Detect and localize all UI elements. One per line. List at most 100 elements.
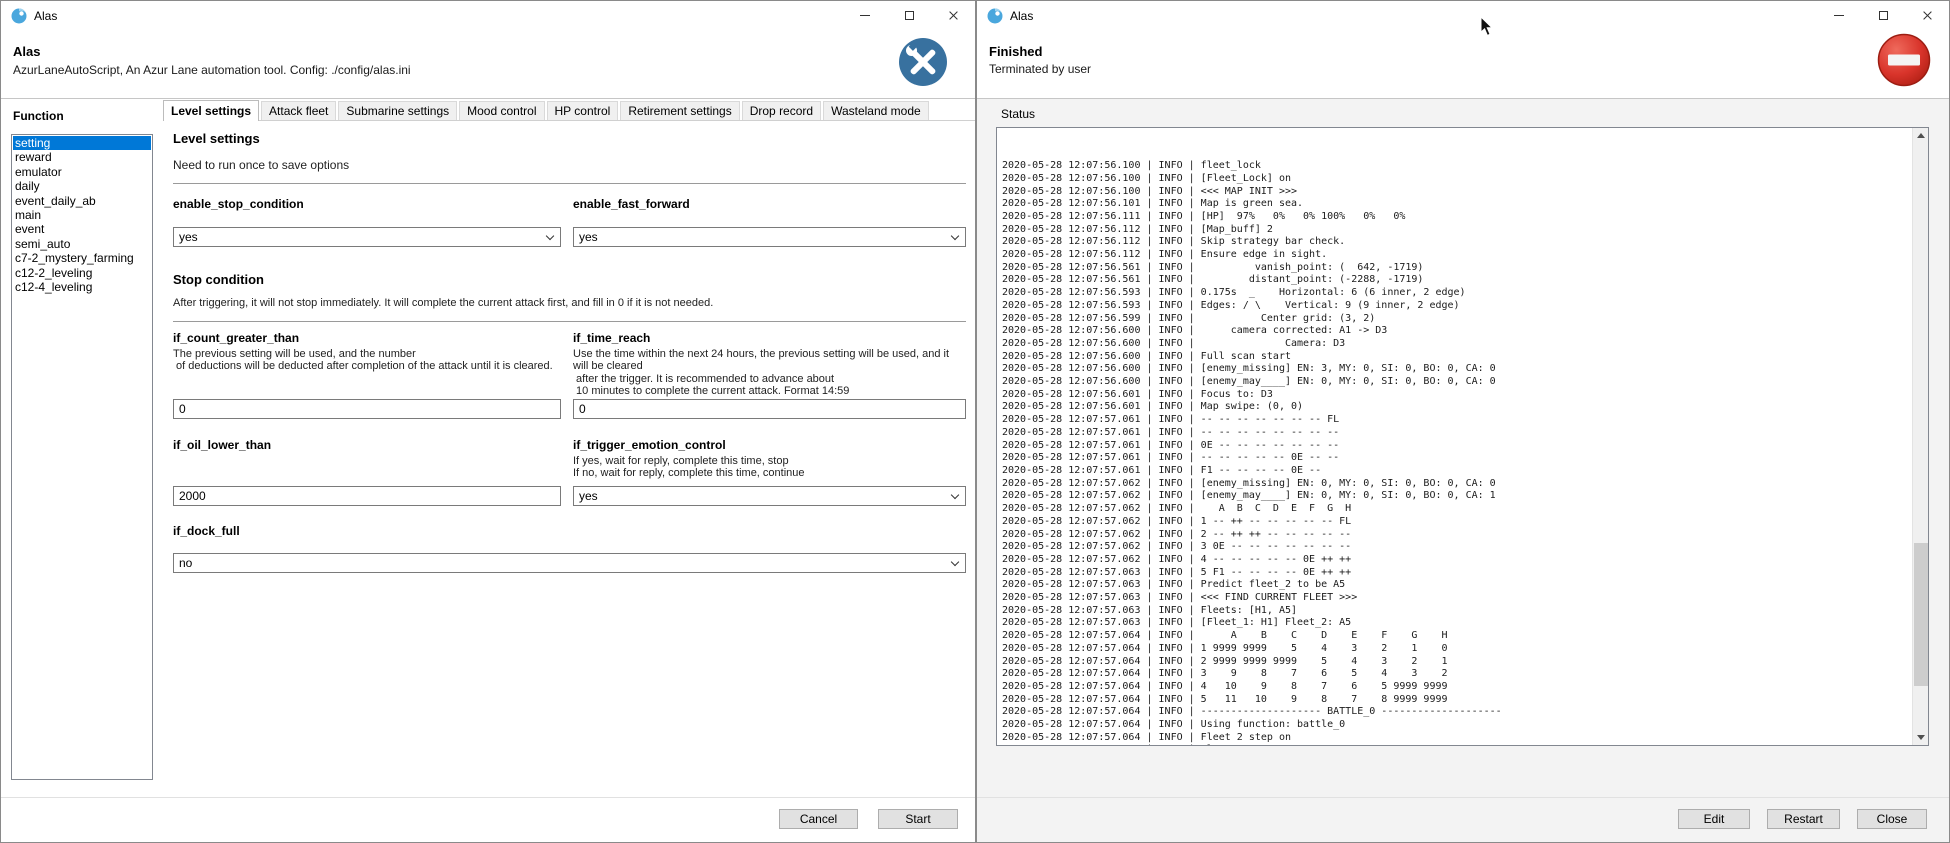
settings-tab[interactable]: Wasteland mode xyxy=(823,101,929,120)
log-line: 2020-05-28 12:07:57.063 | INFO | 5 F1 --… xyxy=(1002,567,1911,580)
log-line: 2020-05-28 12:07:56.561 | INFO | vanish_… xyxy=(1002,262,1911,275)
minimize-button[interactable] xyxy=(843,1,887,29)
header-background xyxy=(977,31,1949,98)
log-panel[interactable]: 2020-05-28 12:07:56.100 | INFO | fleet_l… xyxy=(996,127,1929,746)
log-output: 2020-05-28 12:07:56.100 | INFO | fleet_l… xyxy=(1002,127,1911,746)
log-line: 2020-05-28 12:07:57.062 | INFO | 3 0E --… xyxy=(1002,541,1911,554)
header-divider xyxy=(977,98,1949,99)
function-list-item[interactable]: c7-2_mystery_farming xyxy=(13,251,151,265)
alas-app-icon xyxy=(987,8,1003,24)
function-list-item[interactable]: reward xyxy=(13,150,151,164)
close-icon xyxy=(948,10,959,21)
log-line: 2020-05-28 12:07:57.064 | INFO | 4 10 9 … xyxy=(1002,681,1911,694)
edit-button[interactable]: Edit xyxy=(1678,809,1750,829)
triangle-down-icon xyxy=(1917,735,1925,740)
label-enable-fast-forward: enable_fast_forward xyxy=(573,197,690,211)
settings-tab[interactable]: Mood control xyxy=(459,101,544,120)
alas-log-window: Alas Finished Terminated by user Status xyxy=(976,0,1950,843)
settings-tab[interactable]: HP control xyxy=(547,101,619,120)
status-label: Status xyxy=(1001,107,1035,121)
log-line: 2020-05-28 12:07:57.062 | INFO | 2 -- ++… xyxy=(1002,529,1911,542)
window-title: Alas xyxy=(34,9,57,23)
header-divider xyxy=(1,98,975,99)
divider xyxy=(173,321,966,322)
close-button[interactable] xyxy=(931,1,975,29)
label-if-trigger-emotion-control: if_trigger_emotion_control xyxy=(573,438,726,452)
log-line: 2020-05-28 12:07:56.111 | INFO | [HP] 97… xyxy=(1002,211,1911,224)
maximize-icon xyxy=(905,11,914,20)
enable-fast-forward-value: yes xyxy=(579,230,598,244)
function-list-item[interactable]: main xyxy=(13,208,151,222)
function-list-item[interactable]: c12-4_leveling xyxy=(13,280,151,294)
maximize-icon xyxy=(1879,11,1888,20)
log-line: 2020-05-28 12:07:57.066 | INFO | Fleet_2… xyxy=(1002,744,1911,746)
scroll-down-button[interactable] xyxy=(1913,730,1929,745)
divider xyxy=(173,183,966,184)
desktop: Alas Alas AzurLaneAutoScript, An Azur La… xyxy=(0,0,1950,843)
log-scrollbar[interactable] xyxy=(1912,128,1928,745)
chevron-down-icon xyxy=(951,232,959,240)
restart-button[interactable]: Restart xyxy=(1767,809,1840,829)
titlebar[interactable]: Alas xyxy=(1,1,975,31)
chevron-down-icon xyxy=(546,232,554,240)
log-line: 2020-05-28 12:07:56.593 | INFO | 0.175s … xyxy=(1002,287,1911,300)
mouse-cursor xyxy=(1480,16,1494,37)
close-icon xyxy=(1922,10,1933,21)
function-list-item[interactable]: semi_auto xyxy=(13,237,151,251)
maximize-button[interactable] xyxy=(887,1,931,29)
close-window-button[interactable]: Close xyxy=(1857,809,1927,829)
log-line: 2020-05-28 12:07:57.063 | INFO | [Fleet_… xyxy=(1002,617,1911,630)
stop-icon xyxy=(1877,33,1931,87)
if-trigger-emotion-control-select[interactable]: yes xyxy=(573,486,966,506)
log-line: 2020-05-28 12:07:57.064 | INFO | 1 9999 … xyxy=(1002,643,1911,656)
help-if-count-greater-than: The previous setting will be used, and t… xyxy=(173,348,553,373)
window-title: Alas xyxy=(1010,9,1033,23)
function-list-item[interactable]: emulator xyxy=(13,165,151,179)
close-button[interactable] xyxy=(1905,1,1949,29)
if-count-greater-than-input[interactable] xyxy=(173,399,561,419)
footer-divider xyxy=(1,797,975,798)
help-if-trigger-emotion-control: If yes, wait for reply, complete this ti… xyxy=(573,455,805,480)
settings-tab[interactable]: Retirement settings xyxy=(620,101,739,120)
titlebar[interactable]: Alas xyxy=(977,1,1949,31)
log-line: 2020-05-28 12:07:56.561 | INFO | distant… xyxy=(1002,274,1911,287)
section-title-level-settings: Level settings xyxy=(173,131,260,146)
if-time-reach-input[interactable] xyxy=(573,399,966,419)
start-button[interactable]: Start xyxy=(878,809,958,829)
chevron-down-icon xyxy=(951,558,959,566)
cancel-button[interactable]: Cancel xyxy=(779,809,858,829)
chevron-down-icon xyxy=(951,491,959,499)
log-line: 2020-05-28 12:07:56.112 | INFO | Ensure … xyxy=(1002,249,1911,262)
footer-divider xyxy=(977,797,1949,798)
alas-config-window: Alas Alas AzurLaneAutoScript, An Azur La… xyxy=(0,0,976,843)
enable-stop-condition-select[interactable]: yes xyxy=(173,227,561,247)
if-oil-lower-than-input[interactable] xyxy=(173,486,561,506)
triangle-up-icon xyxy=(1917,133,1925,138)
if-trigger-emotion-control-value: yes xyxy=(579,489,598,503)
function-list[interactable]: settingrewardemulatordailyevent_daily_ab… xyxy=(11,134,153,780)
log-line: 2020-05-28 12:07:57.064 | INFO | 2 9999 … xyxy=(1002,656,1911,669)
if-dock-full-value: no xyxy=(179,556,192,570)
scroll-up-button[interactable] xyxy=(1913,128,1929,143)
function-list-item[interactable]: setting xyxy=(13,136,151,150)
log-line: 2020-05-28 12:07:56.600 | INFO | [enemy_… xyxy=(1002,363,1911,376)
scrollbar-thumb[interactable] xyxy=(1914,543,1928,686)
settings-tab[interactable]: Attack fleet xyxy=(261,101,336,120)
minimize-icon xyxy=(1834,15,1844,16)
settings-tab[interactable]: Submarine settings xyxy=(338,101,457,120)
log-line: 2020-05-28 12:07:57.062 | INFO | 4 -- --… xyxy=(1002,554,1911,567)
settings-tab[interactable]: Level settings xyxy=(163,100,259,121)
maximize-button[interactable] xyxy=(1861,1,1905,29)
function-label: Function xyxy=(13,109,64,123)
function-list-item[interactable]: c12-2_leveling xyxy=(13,266,151,280)
if-dock-full-select[interactable]: no xyxy=(173,553,966,573)
log-line: 2020-05-28 12:07:57.064 | INFO | A B C D… xyxy=(1002,630,1911,643)
function-list-item[interactable]: daily xyxy=(13,179,151,193)
settings-tab[interactable]: Drop record xyxy=(742,101,821,120)
function-list-item[interactable]: event xyxy=(13,222,151,236)
minimize-button[interactable] xyxy=(1817,1,1861,29)
log-line: 2020-05-28 12:07:56.112 | INFO | [Map_bu… xyxy=(1002,224,1911,237)
function-list-item[interactable]: event_daily_ab xyxy=(13,194,151,208)
log-line: 2020-05-28 12:07:57.063 | INFO | <<< FIN… xyxy=(1002,592,1911,605)
enable-fast-forward-select[interactable]: yes xyxy=(573,227,966,247)
